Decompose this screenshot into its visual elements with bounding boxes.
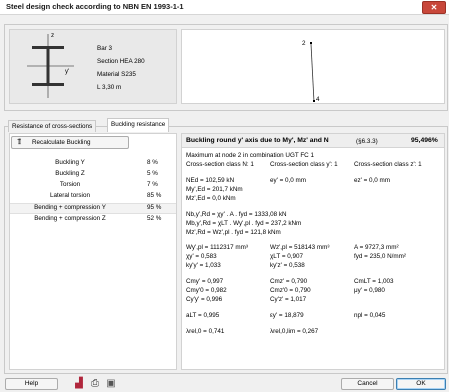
help-button[interactable]: Help [5, 378, 58, 390]
ok-button[interactable]: OK [396, 378, 446, 390]
member-length: L 3,30 m [97, 84, 122, 91]
member-section: Section HEA 280 [97, 58, 145, 65]
alpha-lt: aLT = 0,995 [186, 312, 220, 319]
section-preview: z y' Bar 3 Section HEA 280 Material S235… [9, 29, 177, 104]
npl: npl = 0,045 [354, 312, 386, 319]
prop-chiy: χy' = 0,583 [186, 253, 217, 260]
prop-chilt: χLT = 0,907 [270, 253, 304, 260]
resistance-mb: Mb,y',Rd = χLT . Wy',pl . fyd = 237,2 kN… [186, 220, 302, 227]
coef-cyy: Cy'y' = 0,996 [186, 296, 223, 303]
preview-icon[interactable]: ▣ [104, 377, 118, 391]
check-list-panel [9, 133, 177, 370]
lambda-rel0-lim: λrel,0,lim = 0,267 [270, 328, 319, 335]
member-material: Material S235 [97, 71, 136, 78]
check-row-buckling-y[interactable]: Buckling Y 8 % [10, 159, 176, 168]
ecc-ez: ez' = 0,0 mm [354, 177, 391, 184]
coef-muy: μy' = 0,980 [354, 287, 385, 294]
title-bar: Steel design check according to NBN EN 1… [0, 0, 449, 15]
prop-wzpl: Wz',pl = 518143 mm³ [270, 244, 330, 251]
class-n: Cross-section class N: 1 [186, 161, 254, 168]
chart-icon[interactable]: ▟ [72, 377, 86, 391]
lambda-rel0: λrel,0 = 0,741 [186, 328, 225, 335]
coef-cmy: Cmy' = 0,997 [186, 278, 224, 285]
check-row-bending-compression-z[interactable]: Bending + compression Z 52 % [10, 215, 176, 224]
tab-resistance-of-cross-sections[interactable]: Resistance of cross-sections [8, 120, 97, 132]
result-clause: (§6.3.3) [356, 138, 378, 145]
prop-area: A = 9727,3 mm² [354, 244, 399, 251]
check-pct: 5 % [147, 170, 158, 177]
result-ratio: 95,496% [411, 137, 438, 144]
max-location: Maximum at node 2 in combination UGT FC … [186, 152, 314, 159]
coef-cmz0: Cmz'0 = 0,790 [270, 287, 311, 294]
ecc-ey: ey' = 0,0 mm [270, 177, 307, 184]
check-name: Bending + compression Z [34, 215, 106, 222]
force-myed: My',Ed = 201,7 kNm [186, 186, 243, 193]
resistance-nb: Nb,y',Rd = χy' . A . fyd = 1333,08 kN [186, 211, 287, 218]
class-y: Cross-section class y': 1 [270, 161, 338, 168]
cancel-button[interactable]: Cancel [341, 378, 394, 390]
check-pct: 7 % [147, 181, 158, 188]
class-z: Cross-section class z': 1 [354, 161, 422, 168]
coef-cmz: Cmz' = 0,790 [270, 278, 308, 285]
print-icon[interactable]: ⎙ [88, 377, 102, 391]
check-name: Lateral torsion [50, 192, 90, 199]
member-axis-diagram [310, 42, 315, 103]
axis-y-label: y' [65, 68, 70, 75]
prop-kyz: ky'z' = 0,538 [270, 262, 305, 269]
check-pct: 95 % [147, 204, 162, 211]
window-title: Steel design check according to NBN EN 1… [6, 2, 184, 11]
i-beam-section-icon [27, 34, 74, 98]
recalculate-buckling-label: Recalculate Buckling [32, 139, 91, 146]
check-name: Buckling Z [55, 170, 85, 177]
prop-wypl: Wy',pl = 1112317 mm³ [186, 244, 248, 251]
coef-cmy0: Cmy'0 = 0,982 [186, 287, 227, 294]
node-start-label: 2 [302, 40, 306, 47]
coef-cyz: Cy'z' = 1,017 [270, 296, 307, 303]
check-name: Bending + compression Y [34, 204, 106, 211]
prop-kyy: ky'y' = 1,033 [186, 262, 221, 269]
check-name: Buckling Y [55, 159, 85, 166]
coef-cmlt: CmLT = 1,003 [354, 278, 394, 285]
resistance-mz: Mz',Rd = Wz',pl . fyd = 121,8 kNm [186, 229, 281, 236]
force-ned: NEd = 102,59 kN [186, 177, 235, 184]
check-pct: 52 % [147, 215, 162, 222]
axis-z-label: z [51, 32, 55, 39]
prop-fyd: fyd = 235,0 N/mm² [354, 253, 406, 260]
check-pct: 8 % [147, 159, 158, 166]
buckling-calc-icon: 𝕀⃗ [18, 139, 21, 146]
check-row-buckling-z[interactable]: Buckling Z 5 % [10, 170, 176, 179]
check-row-lateral-torsion[interactable]: Lateral torsion 85 % [10, 192, 176, 201]
member-diagram: 2 4 [181, 29, 445, 104]
close-button[interactable]: ✕ [422, 1, 446, 14]
node-end-label: 4 [316, 96, 320, 103]
eps-y: εy' = 18,879 [270, 312, 304, 319]
check-row-torsion[interactable]: Torsion 7 % [10, 181, 176, 190]
member-name: Bar 3 [97, 45, 113, 52]
check-pct: 85 % [147, 192, 162, 199]
close-icon: ✕ [430, 3, 438, 12]
check-row-bending-compression-y[interactable]: Bending + compression Y 95 % [10, 203, 176, 214]
force-mzed: Mz',Ed = 0,0 kNm [186, 195, 236, 202]
tab-buckling-resistance[interactable]: Buckling resistance [107, 118, 170, 132]
result-title: Buckling round y' axis due to My', Mz' a… [186, 137, 329, 144]
check-name: Torsion [59, 181, 81, 188]
